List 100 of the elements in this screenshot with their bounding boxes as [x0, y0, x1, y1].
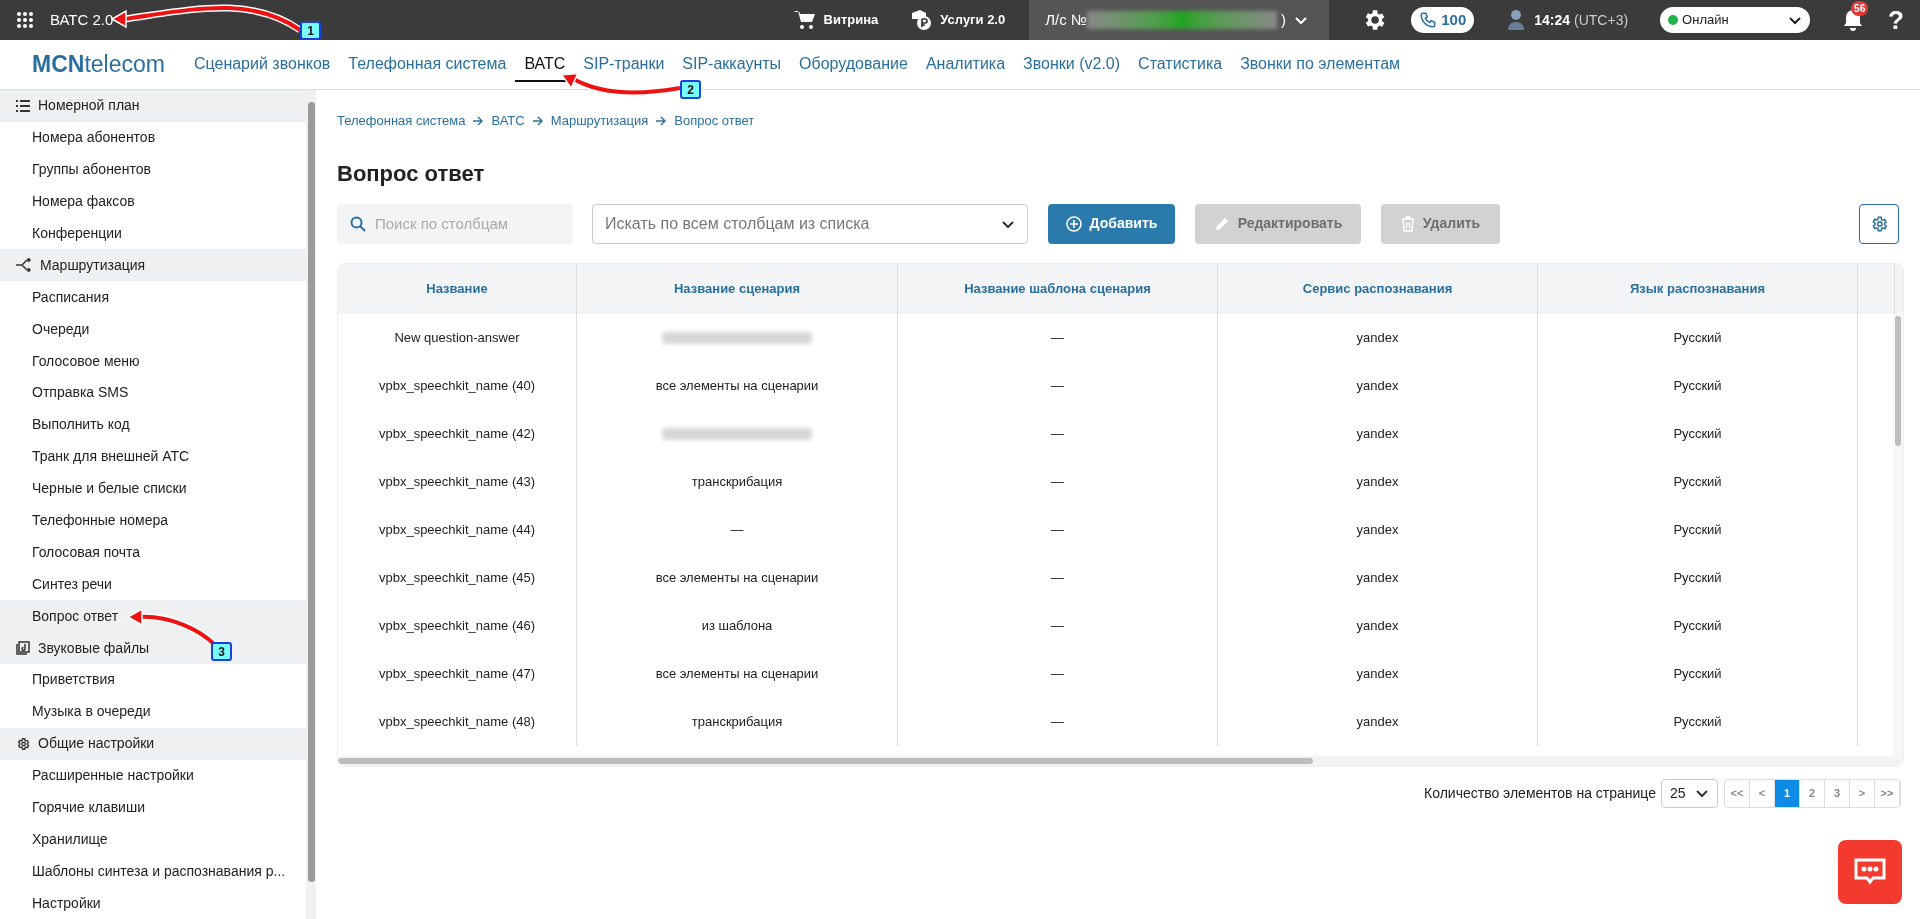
table-cell-text: New question-answer	[394, 328, 520, 347]
page-button[interactable]: <<	[1725, 779, 1750, 807]
sidebar-item[interactable]: Телефонные номера	[0, 504, 306, 537]
sidebar-section[interactable]: Номерной план	[0, 90, 306, 122]
table-cell-text: yandex	[1356, 520, 1399, 539]
nav-tab[interactable]: SIP-транки	[574, 47, 674, 82]
column-header[interactable]: Название сценария	[577, 263, 898, 314]
table-cell-text: —	[1051, 424, 1064, 443]
sidebar-item[interactable]: Группы абонентов	[0, 153, 306, 186]
sidebar-item[interactable]: Шаблоны синтеза и распознавания р...	[0, 855, 306, 888]
account-selector[interactable]: Л/с № )	[1029, 0, 1330, 40]
table-cell-text: все элементы на сценарии	[655, 568, 819, 587]
sidebar-item[interactable]: Синтез речи	[0, 568, 306, 601]
table-cell-text: yandex	[1356, 616, 1399, 635]
annotation-badge: 1	[300, 21, 321, 40]
timezone-label: (UTC+3)	[1574, 10, 1629, 30]
sidebar-item[interactable]: Настройки	[0, 887, 306, 919]
music-file-icon	[16, 641, 30, 656]
table-cell-text: Русский	[1673, 328, 1722, 347]
apps-grid-icon[interactable]	[16, 11, 34, 29]
nav-tab[interactable]: SIP-аккаунты	[673, 47, 791, 82]
page-button[interactable]: >>	[1875, 779, 1900, 807]
table-cell-text: vpbx_speechkit_name (44)	[378, 520, 536, 539]
page-size-select[interactable]: 25	[1661, 778, 1718, 808]
columns-select[interactable]: Искать по всем столбцам из списка	[592, 203, 1028, 244]
scrollbar[interactable]	[1893, 313, 1903, 758]
nav-tab[interactable]: Аналитика	[916, 47, 1015, 82]
arrow-right-icon	[473, 115, 484, 126]
sidebar-item[interactable]: Хранилище	[0, 823, 306, 856]
status-select[interactable]: Онлайн	[1660, 7, 1811, 33]
app-title: ВАТС 2.0	[50, 9, 114, 30]
sidebar-item[interactable]: Номера факсов	[0, 185, 306, 218]
ruble-tag-icon	[910, 9, 933, 31]
scrollbar[interactable]	[338, 755, 1903, 766]
sidebar-item[interactable]: Расширенные настройки	[0, 759, 306, 792]
sidebar-item[interactable]: Транк для внешней АТС	[0, 440, 306, 473]
nav-tab[interactable]: Звонки по элементам	[1231, 47, 1410, 82]
sidebar-item[interactable]: Музыка в очереди	[0, 695, 306, 728]
sidebar-item[interactable]: Отправка SMS	[0, 377, 306, 409]
chat-bubble-icon	[1854, 858, 1886, 886]
table-cell-text: из шаблона	[701, 616, 773, 635]
nav-tab[interactable]: Оборудование	[790, 47, 917, 82]
nav-tab[interactable]: Статистика	[1129, 47, 1232, 82]
arrow-right-icon	[532, 115, 543, 126]
table-cell-text: yandex	[1356, 424, 1399, 443]
page-title: Вопрос ответ	[337, 159, 486, 188]
sidebar-item[interactable]: Приветствия	[0, 664, 306, 696]
sidebar-section[interactable]: Маршрутизация	[0, 249, 306, 282]
table-cell-text: Русский	[1673, 376, 1722, 395]
sidebar-item[interactable]: Черные и белые списки	[0, 472, 306, 505]
gear-icon	[16, 736, 30, 751]
sidebar-item[interactable]: Очереди	[0, 313, 306, 346]
breadcrumb-link[interactable]: Телефонная система	[337, 111, 466, 131]
brand-logo[interactable]: MCNtelecom	[32, 47, 165, 82]
help-button[interactable]: ?	[1888, 0, 1904, 40]
column-header[interactable]: Сервис распознавания	[1218, 263, 1538, 314]
sidebar-item[interactable]: Расписания	[0, 281, 306, 314]
page-button[interactable]: 3	[1825, 779, 1850, 807]
table-settings-button[interactable]	[1859, 203, 1899, 244]
chat-button[interactable]	[1838, 840, 1902, 904]
showcase-link[interactable]: Витрина	[793, 10, 879, 30]
sidebar-item[interactable]: Вопрос ответ	[0, 600, 306, 633]
page-button[interactable]: 1	[1775, 779, 1800, 807]
breadcrumb-link[interactable]: ВАТС	[491, 111, 525, 131]
page-button[interactable]: >	[1850, 779, 1875, 807]
pencil-icon	[1213, 215, 1230, 232]
table-cell-text: yandex	[1356, 328, 1399, 347]
sidebar-section[interactable]: Общие настройки	[0, 727, 306, 760]
nav-tab[interactable]: Телефонная система	[339, 47, 516, 82]
services-link[interactable]: Услуги 2.0	[910, 9, 1006, 31]
column-header[interactable]: Язык распознавания	[1538, 263, 1858, 314]
sidebar-item[interactable]: Горячие клавиши	[0, 791, 306, 824]
search-field[interactable]: Поиск по столбцам	[337, 203, 573, 244]
section-title: Звуковые файлы	[38, 638, 150, 658]
add-button[interactable]: Добавить	[1048, 203, 1175, 244]
section-title: Маршрутизация	[40, 255, 146, 275]
route-arrows-icon	[16, 258, 32, 273]
table-cell-text: —	[730, 520, 744, 539]
avatar-icon[interactable]	[1506, 9, 1527, 31]
sidebar-item[interactable]: Голосовая почта	[0, 536, 306, 569]
sidebar-item[interactable]: Голосовое меню	[0, 345, 306, 377]
annotation-badge: 3	[211, 642, 232, 661]
page-button[interactable]: 2	[1800, 779, 1825, 807]
table-cell-text: vpbx_speechkit_name (47)	[378, 664, 536, 683]
plus-circle-icon	[1065, 215, 1082, 232]
column-header[interactable]: Название	[338, 263, 577, 314]
table-cell-text: yandex	[1356, 568, 1399, 587]
nav-tab[interactable]: Сценарий звонков	[184, 47, 340, 82]
sidebar-item[interactable]: Номера абонентов	[0, 121, 306, 154]
breadcrumb-link[interactable]: Вопрос ответ	[674, 111, 755, 131]
breadcrumb-link[interactable]: Маршрутизация	[550, 111, 649, 131]
nav-tab[interactable]: Звонки (v2.0)	[1014, 47, 1130, 82]
sidebar-item[interactable]: Выполнить код	[0, 408, 306, 441]
sidebar-item[interactable]: Конференции	[0, 217, 306, 250]
scrollbar[interactable]	[306, 90, 316, 919]
arrow-right-icon	[656, 115, 667, 126]
column-header[interactable]: Название шаблона сценария	[898, 263, 1218, 314]
table-cell-text: Русский	[1673, 424, 1722, 443]
calls-counter[interactable]: 100	[1411, 7, 1475, 33]
list-icon	[16, 99, 30, 112]
